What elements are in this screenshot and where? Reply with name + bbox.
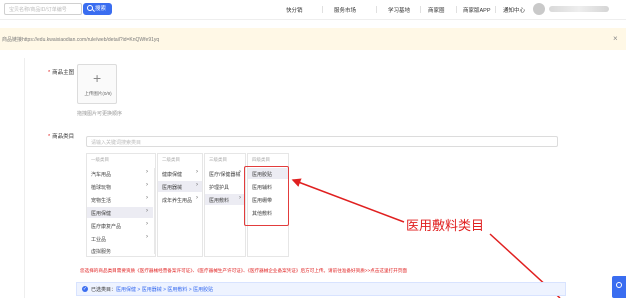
selected-category-bar: ✓ 已选类目：医用保健 > 医用器械 > 医用敷料 > 医用胶贴 [76, 282, 566, 296]
drag-hint: 拖拽图片可更换顺序 [77, 111, 123, 117]
category-item-label: 医用保健 [91, 211, 112, 217]
category-item-label: 成年养生用品 [162, 198, 193, 204]
chevron-right-icon: › [146, 182, 148, 188]
search-button-label: 搜索 [95, 6, 107, 12]
category-item-label: 医疗康复产品 [91, 224, 122, 230]
nav-item-service-market[interactable]: 服务市场 [334, 6, 356, 14]
nav-item-merchant-circle[interactable]: 商家圈 [428, 6, 445, 14]
top-navigation-bar: 宝贝名称/商品ID/订单编号 搜索 快分销 服务市场 学习基地 商家圈 商家版A… [0, 0, 626, 20]
category-item-label: 工业品 [91, 237, 107, 243]
category-item-label: 健康保健 [162, 172, 183, 178]
column-header: 一级类目 [91, 157, 109, 162]
list-item[interactable]: 虚拟服务 [87, 245, 153, 256]
selected-prefix: 已选类目： [91, 287, 117, 293]
search-input[interactable]: 宝贝名称/商品ID/订单编号 [4, 3, 82, 15]
column-header: 三级类目 [209, 157, 227, 162]
help-icon [616, 282, 622, 288]
category-column-level1: 一级类目 汽车用品 植球玩物 宠物生活 医用保健 医疗康复产品 工业品 虚拟服务… [86, 153, 156, 257]
chevron-right-icon: › [239, 195, 241, 201]
annotation-arrow [291, 178, 405, 223]
column-header: 四级类目 [252, 157, 270, 162]
category-item-label: 医用敷料 [209, 198, 230, 204]
list-item[interactable]: 宠物生活 [87, 194, 153, 205]
category-item-label: 汽车用品 [91, 172, 112, 178]
annotation-label: 医用敷料类目 [406, 218, 485, 233]
list-item[interactable]: 医疗康复产品 [87, 220, 153, 231]
avatar-icon[interactable] [533, 3, 545, 15]
category-item-label: 医疗/保健器械 [209, 172, 241, 178]
chevron-right-icon: › [146, 169, 148, 175]
category-item-label: 虚拟服务 [91, 249, 112, 255]
selected-category-path: 医用保健 > 医用器械 > 医用敷料 > 医用胶贴 [116, 287, 214, 293]
list-item[interactable]: 汽车用品 [87, 168, 153, 179]
category-column-level2: 二级类目 健康保健 医用器械 成年养生用品 › › › [157, 153, 203, 257]
category-item-label: 医用器械 [162, 185, 183, 191]
category-column-level3: 三级类目 医疗/保健器械 护理护具 医用敷料 › › [204, 153, 246, 257]
category-label-text: 商品类目 [52, 134, 75, 140]
nav-divider [420, 6, 421, 13]
close-icon[interactable]: × [613, 34, 618, 43]
list-item[interactable]: 工业品 [87, 233, 153, 244]
required-marker: * [48, 134, 51, 140]
nav-item-learning-base[interactable]: 学习基地 [388, 6, 410, 14]
qualification-warning: 您选择的商品类目需要资质《医疗器械经营备案许可证》、《医疗器械生产许可证》、《医… [80, 268, 407, 273]
user-name-blurred[interactable] [549, 6, 609, 12]
upload-label: 上传图片(0/9) [84, 91, 112, 96]
nav-item-distribution[interactable]: 快分销 [286, 6, 303, 14]
nav-divider [495, 6, 496, 13]
chevron-right-icon: › [146, 195, 148, 201]
search-button[interactable]: 搜索 [83, 3, 112, 15]
selected-category-text: 已选类目：医用保健 > 医用器械 > 医用敷料 > 医用胶贴 [91, 286, 213, 293]
nav-divider [376, 6, 377, 13]
content-divider [24, 58, 25, 298]
floating-help-button[interactable] [612, 276, 626, 298]
chevron-right-icon: › [196, 182, 198, 188]
column-header: 二级类目 [162, 157, 180, 162]
scrollbar[interactable] [154, 168, 156, 254]
category-item-label: 植球玩物 [91, 185, 112, 191]
search-icon [87, 5, 93, 11]
link-banner: 商品链接https://edu.kwaixiaodian.com/rule/we… [0, 28, 626, 50]
main-image-label: * 商品主图 [48, 68, 74, 76]
nav-divider [456, 6, 457, 13]
chevron-right-icon: › [146, 221, 148, 227]
chevron-right-icon: › [196, 195, 198, 201]
upload-image-button[interactable]: + 上传图片(0/9) [77, 64, 117, 104]
chevron-right-icon: › [239, 169, 241, 175]
category-search-input[interactable]: 请输入关键词搜索类目 [86, 136, 558, 147]
category-label: * 商品类目 [48, 132, 74, 140]
required-marker: * [48, 70, 51, 76]
nav-divider [322, 6, 323, 13]
banner-text: 商品链接https://edu.kwaixiaodian.com/rule/we… [2, 37, 160, 43]
chevron-right-icon: › [146, 234, 148, 240]
nav-item-notifications[interactable]: 通知中心 [503, 6, 525, 14]
check-circle-icon: ✓ [82, 286, 88, 292]
category-item-label: 护理护具 [209, 185, 230, 191]
category-item-label: 宠物生活 [91, 198, 112, 204]
nav-item-merchant-app[interactable]: 商家版APP [463, 6, 491, 14]
annotation-highlight-box [244, 166, 289, 226]
list-item-selected[interactable]: 医用保健 [87, 207, 153, 218]
list-item[interactable]: 护理护具 [205, 181, 245, 192]
plus-icon: + [93, 70, 102, 86]
chevron-right-icon: › [196, 169, 198, 175]
list-item[interactable]: 植球玩物 [87, 181, 153, 192]
main-image-label-text: 商品主图 [52, 70, 75, 76]
chevron-right-icon: › [146, 208, 148, 214]
